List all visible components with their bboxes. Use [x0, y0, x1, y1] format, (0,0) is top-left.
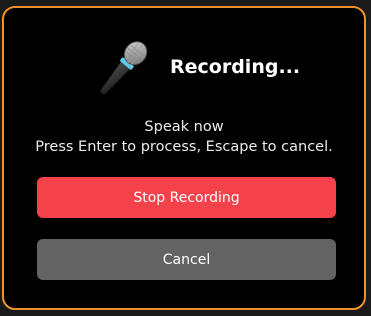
- key-hint-text: Press Enter to process, Escape to cancel…: [35, 139, 333, 155]
- dialog-header: Recording...: [4, 38, 364, 96]
- instructions: Speak now Press Enter to process, Escape…: [4, 117, 364, 157]
- microphone-icon: [99, 41, 148, 95]
- dialog-title: Recording...: [170, 56, 301, 78]
- stop-recording-button[interactable]: Stop Recording: [37, 177, 336, 218]
- recording-dialog: Recording... Speak now Press Enter to pr…: [2, 6, 366, 310]
- speak-now-text: Speak now: [144, 119, 224, 135]
- cancel-button[interactable]: Cancel: [37, 239, 336, 280]
